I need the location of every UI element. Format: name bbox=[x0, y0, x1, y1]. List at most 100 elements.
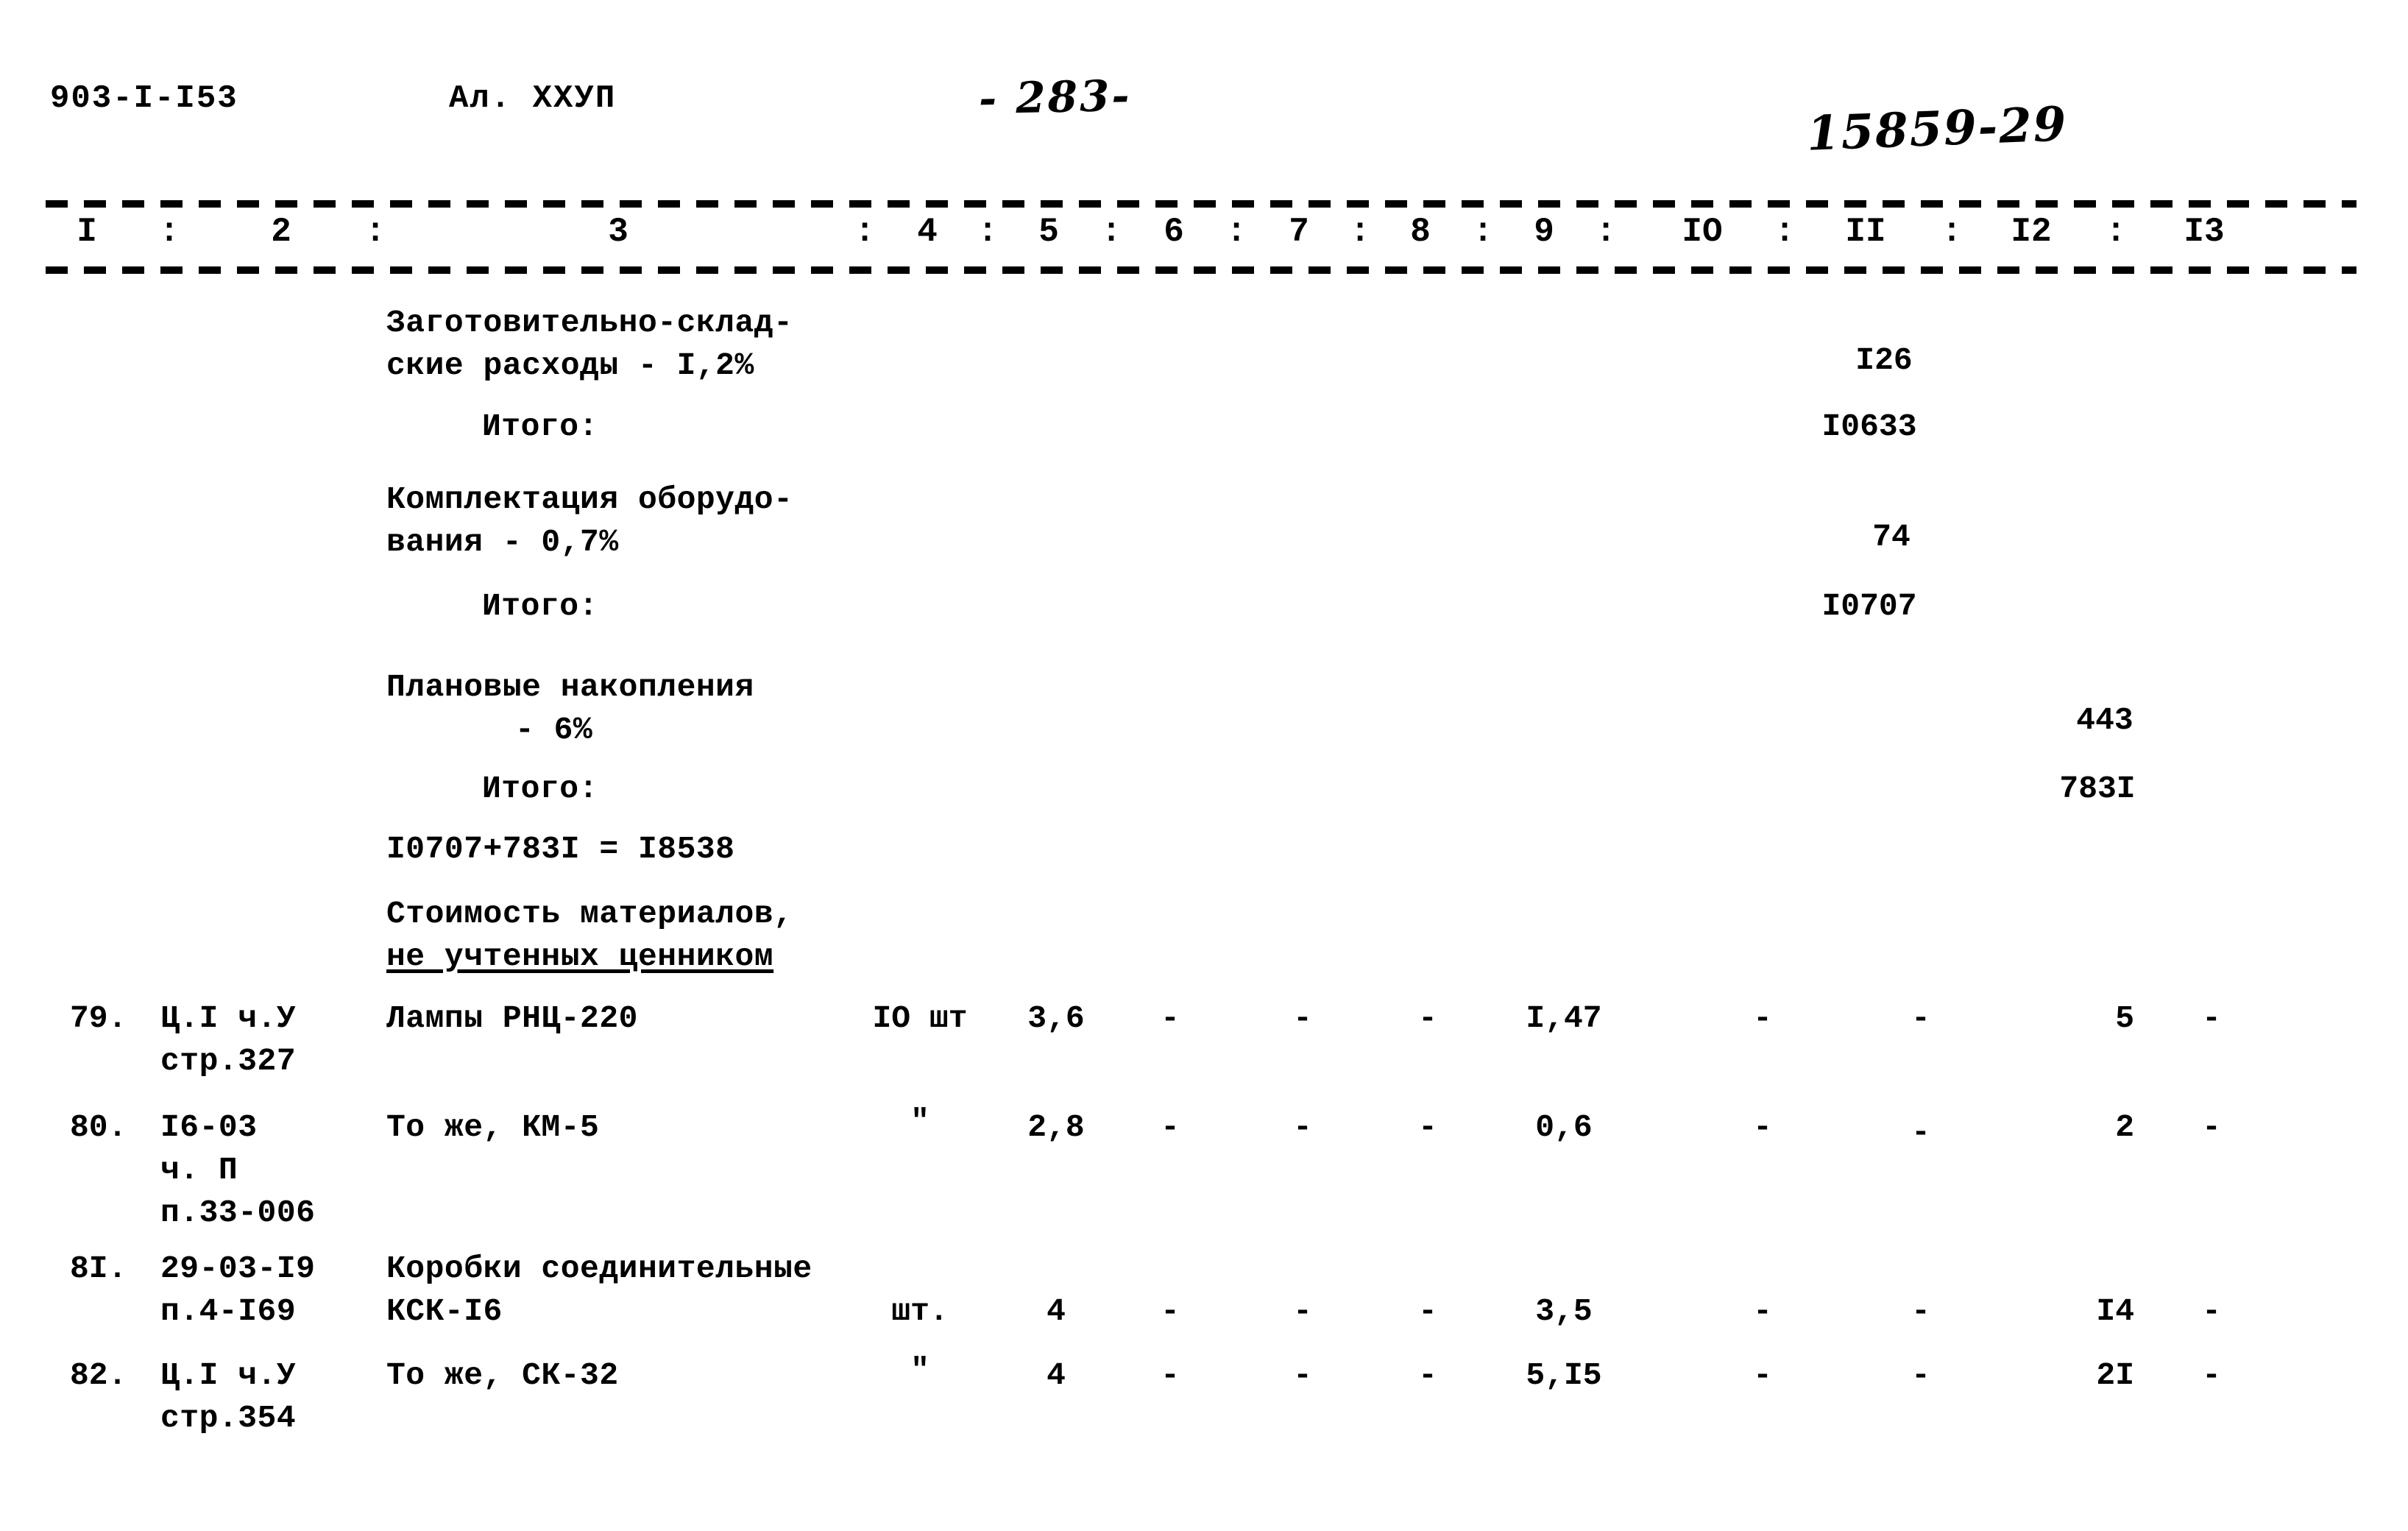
item-col10: - bbox=[1911, 1000, 1930, 1036]
item-name: КСК-I6 bbox=[386, 1293, 503, 1329]
item-unit: IO шт bbox=[872, 1000, 968, 1036]
section-heading-line2: не учтенных ценником bbox=[386, 938, 774, 975]
summary-value-col12: 783I bbox=[2059, 771, 2136, 807]
column-separator: : bbox=[365, 213, 386, 251]
item-col9: - bbox=[1753, 1109, 1772, 1145]
item-col6: - bbox=[1293, 1357, 1312, 1393]
item-col6: - bbox=[1293, 1293, 1312, 1329]
item-col7: - bbox=[1418, 1293, 1437, 1329]
item-col5: - bbox=[1161, 1293, 1180, 1329]
summary-label: - 6% bbox=[515, 712, 593, 748]
item-unit: " bbox=[910, 1352, 929, 1388]
summary-label: ские расходы - I,2% bbox=[386, 347, 754, 383]
item-name: Лампы РНЦ-220 bbox=[386, 1000, 638, 1036]
item-col4: 2,8 bbox=[1027, 1109, 1085, 1145]
item-col11: 2I bbox=[2096, 1357, 2134, 1393]
column-header-13: I3 bbox=[2184, 213, 2225, 251]
summary-value-col11: I0633 bbox=[1821, 409, 1917, 445]
item-col12: - bbox=[2202, 1357, 2221, 1393]
item-col6: - bbox=[1293, 1000, 1312, 1036]
column-separator: : bbox=[1350, 213, 1370, 251]
summary-label: Комплектация оборудо- bbox=[386, 481, 793, 517]
summary-label: Итого: bbox=[482, 771, 598, 807]
column-header-2: 2 bbox=[271, 213, 291, 251]
document-code: 903-I-I53 bbox=[50, 80, 238, 117]
column-header-5: 5 bbox=[1038, 213, 1059, 251]
item-col8: 3,5 bbox=[1535, 1293, 1593, 1329]
summary-value-col11: I26 bbox=[1855, 342, 1913, 378]
item-col8: I,47 bbox=[1526, 1000, 1602, 1036]
item-col4: 4 bbox=[1047, 1293, 1066, 1329]
column-separator: : bbox=[1101, 213, 1122, 251]
column-header-7: 7 bbox=[1289, 213, 1309, 251]
column-header-3: 3 bbox=[608, 213, 628, 251]
item-number: 8I. bbox=[70, 1251, 127, 1287]
item-col7: - bbox=[1418, 1357, 1437, 1393]
item-col5: - bbox=[1161, 1000, 1180, 1036]
item-col8: 5,I5 bbox=[1526, 1357, 1602, 1393]
item-number: 80. bbox=[70, 1109, 127, 1145]
item-code-line: I6-03 bbox=[160, 1109, 258, 1145]
album-number: Ал. ХХУП bbox=[449, 80, 617, 117]
summary-label: вания - 0,7% bbox=[386, 524, 619, 560]
item-col10: - bbox=[1911, 1293, 1930, 1329]
item-col11: 2 bbox=[2115, 1109, 2134, 1145]
item-col9: - bbox=[1753, 1000, 1772, 1036]
item-code-line: стр.354 bbox=[160, 1400, 297, 1436]
column-separator: : bbox=[854, 213, 875, 251]
section-heading-line1: Стоимость материалов, bbox=[386, 896, 793, 932]
column-header-11: II bbox=[1845, 213, 1886, 251]
item-col11: I4 bbox=[2096, 1293, 2134, 1329]
item-name: То же, СК-32 bbox=[386, 1357, 619, 1393]
summary-label: Итого: bbox=[482, 409, 598, 445]
column-separator: : bbox=[1226, 213, 1247, 251]
item-unit: шт. bbox=[891, 1293, 949, 1329]
handwritten-archive-code: 15859-29 bbox=[1805, 96, 2069, 162]
item-col11: 5 bbox=[2115, 1000, 2134, 1036]
item-col10: - bbox=[1911, 1357, 1930, 1393]
item-col12: - bbox=[2202, 1109, 2221, 1145]
column-header-12: I2 bbox=[2011, 213, 2052, 251]
column-separator: : bbox=[1774, 213, 1795, 251]
summary-value-col12: 443 bbox=[2076, 702, 2133, 738]
column-separator: : bbox=[1473, 213, 1493, 251]
column-header-10: IO bbox=[1682, 213, 1723, 251]
item-col9: - bbox=[1753, 1293, 1772, 1329]
column-header-1: I bbox=[77, 213, 97, 251]
item-col10: - bbox=[1911, 1114, 1930, 1150]
item-number: 79. bbox=[70, 1000, 127, 1036]
item-code-line: п.4-I69 bbox=[160, 1293, 297, 1329]
summary-value-col11: 74 bbox=[1872, 519, 1911, 555]
item-name: То же, КМ-5 bbox=[386, 1109, 600, 1145]
item-col4: 3,6 bbox=[1027, 1000, 1085, 1036]
column-separator: : bbox=[977, 213, 998, 251]
item-col9: - bbox=[1753, 1357, 1772, 1393]
column-separator: : bbox=[159, 213, 180, 251]
summary-value-col11: I0707 bbox=[1821, 588, 1917, 624]
item-unit: " bbox=[910, 1103, 929, 1139]
column-header-9: 9 bbox=[1534, 213, 1554, 251]
item-col12: - bbox=[2202, 1000, 2221, 1036]
column-separator: : bbox=[2106, 213, 2126, 251]
handwritten-page-number: - 283- bbox=[978, 70, 1133, 124]
column-header-4: 4 bbox=[917, 213, 938, 251]
item-col7: - bbox=[1418, 1000, 1437, 1036]
item-col7: - bbox=[1418, 1109, 1437, 1145]
table-rule-bottom bbox=[46, 266, 2356, 274]
item-number: 82. bbox=[70, 1357, 127, 1393]
column-header-8: 8 bbox=[1410, 213, 1431, 251]
column-separator: : bbox=[1941, 213, 1962, 251]
summary-label: Заготовительно-склад- bbox=[386, 305, 793, 341]
item-code-line: п.33-006 bbox=[160, 1195, 316, 1231]
item-code-line: Ц.I ч.У bbox=[160, 1357, 297, 1393]
item-col12: - bbox=[2202, 1293, 2221, 1329]
item-code-line: ч. П bbox=[160, 1152, 238, 1188]
column-separator: : bbox=[1596, 213, 1616, 251]
item-col8: 0,6 bbox=[1535, 1109, 1593, 1145]
item-col5: - bbox=[1161, 1357, 1180, 1393]
item-col4: 4 bbox=[1047, 1357, 1066, 1393]
item-code-line: Ц.I ч.У bbox=[160, 1000, 297, 1036]
summary-total-expression: I0707+783I = I8538 bbox=[386, 831, 735, 867]
item-col5: - bbox=[1161, 1109, 1180, 1145]
column-header-6: 6 bbox=[1164, 213, 1184, 251]
